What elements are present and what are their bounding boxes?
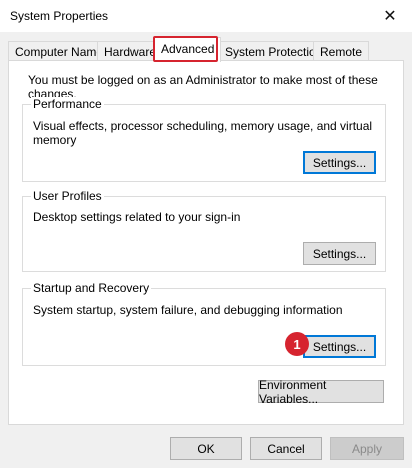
apply-button[interactable]: Apply — [330, 437, 404, 460]
step-number-badge: 1 — [285, 332, 309, 356]
performance-title: Performance — [31, 97, 104, 111]
user-profiles-settings-button[interactable]: Settings... — [303, 242, 376, 265]
title-bar: System Properties ✕ — [0, 0, 412, 32]
cancel-button[interactable]: Cancel — [250, 437, 322, 460]
startup-recovery-title: Startup and Recovery — [31, 281, 152, 295]
advanced-tab-highlight — [153, 36, 218, 62]
user-profiles-title: User Profiles — [31, 189, 104, 203]
close-button[interactable]: ✕ — [368, 0, 412, 32]
user-profiles-description: Desktop settings related to your sign-in — [33, 210, 241, 224]
tab-computer-name[interactable]: Computer Name — [8, 41, 111, 61]
advanced-tab-panel: You must be logged on as an Administrato… — [8, 60, 404, 425]
startup-recovery-settings-button[interactable]: Settings... — [303, 335, 376, 358]
performance-description: Visual effects, processor scheduling, me… — [33, 119, 373, 147]
startup-recovery-description: System startup, system failure, and debu… — [33, 303, 343, 317]
user-profiles-group: User Profiles Desktop settings related t… — [22, 189, 386, 272]
system-properties-window: System Properties ✕ Computer Name Hardwa… — [0, 0, 412, 468]
close-icon: ✕ — [383, 8, 397, 25]
ok-button[interactable]: OK — [170, 437, 242, 460]
tab-remote[interactable]: Remote — [313, 41, 370, 61]
startup-recovery-group: Startup and Recovery System startup, sys… — [22, 281, 386, 366]
performance-settings-button[interactable]: Settings... — [303, 151, 376, 174]
window-title: System Properties — [10, 9, 109, 23]
performance-group: Performance Visual effects, processor sc… — [22, 97, 386, 182]
environment-variables-button[interactable]: Environment Variables... — [258, 378, 384, 406]
